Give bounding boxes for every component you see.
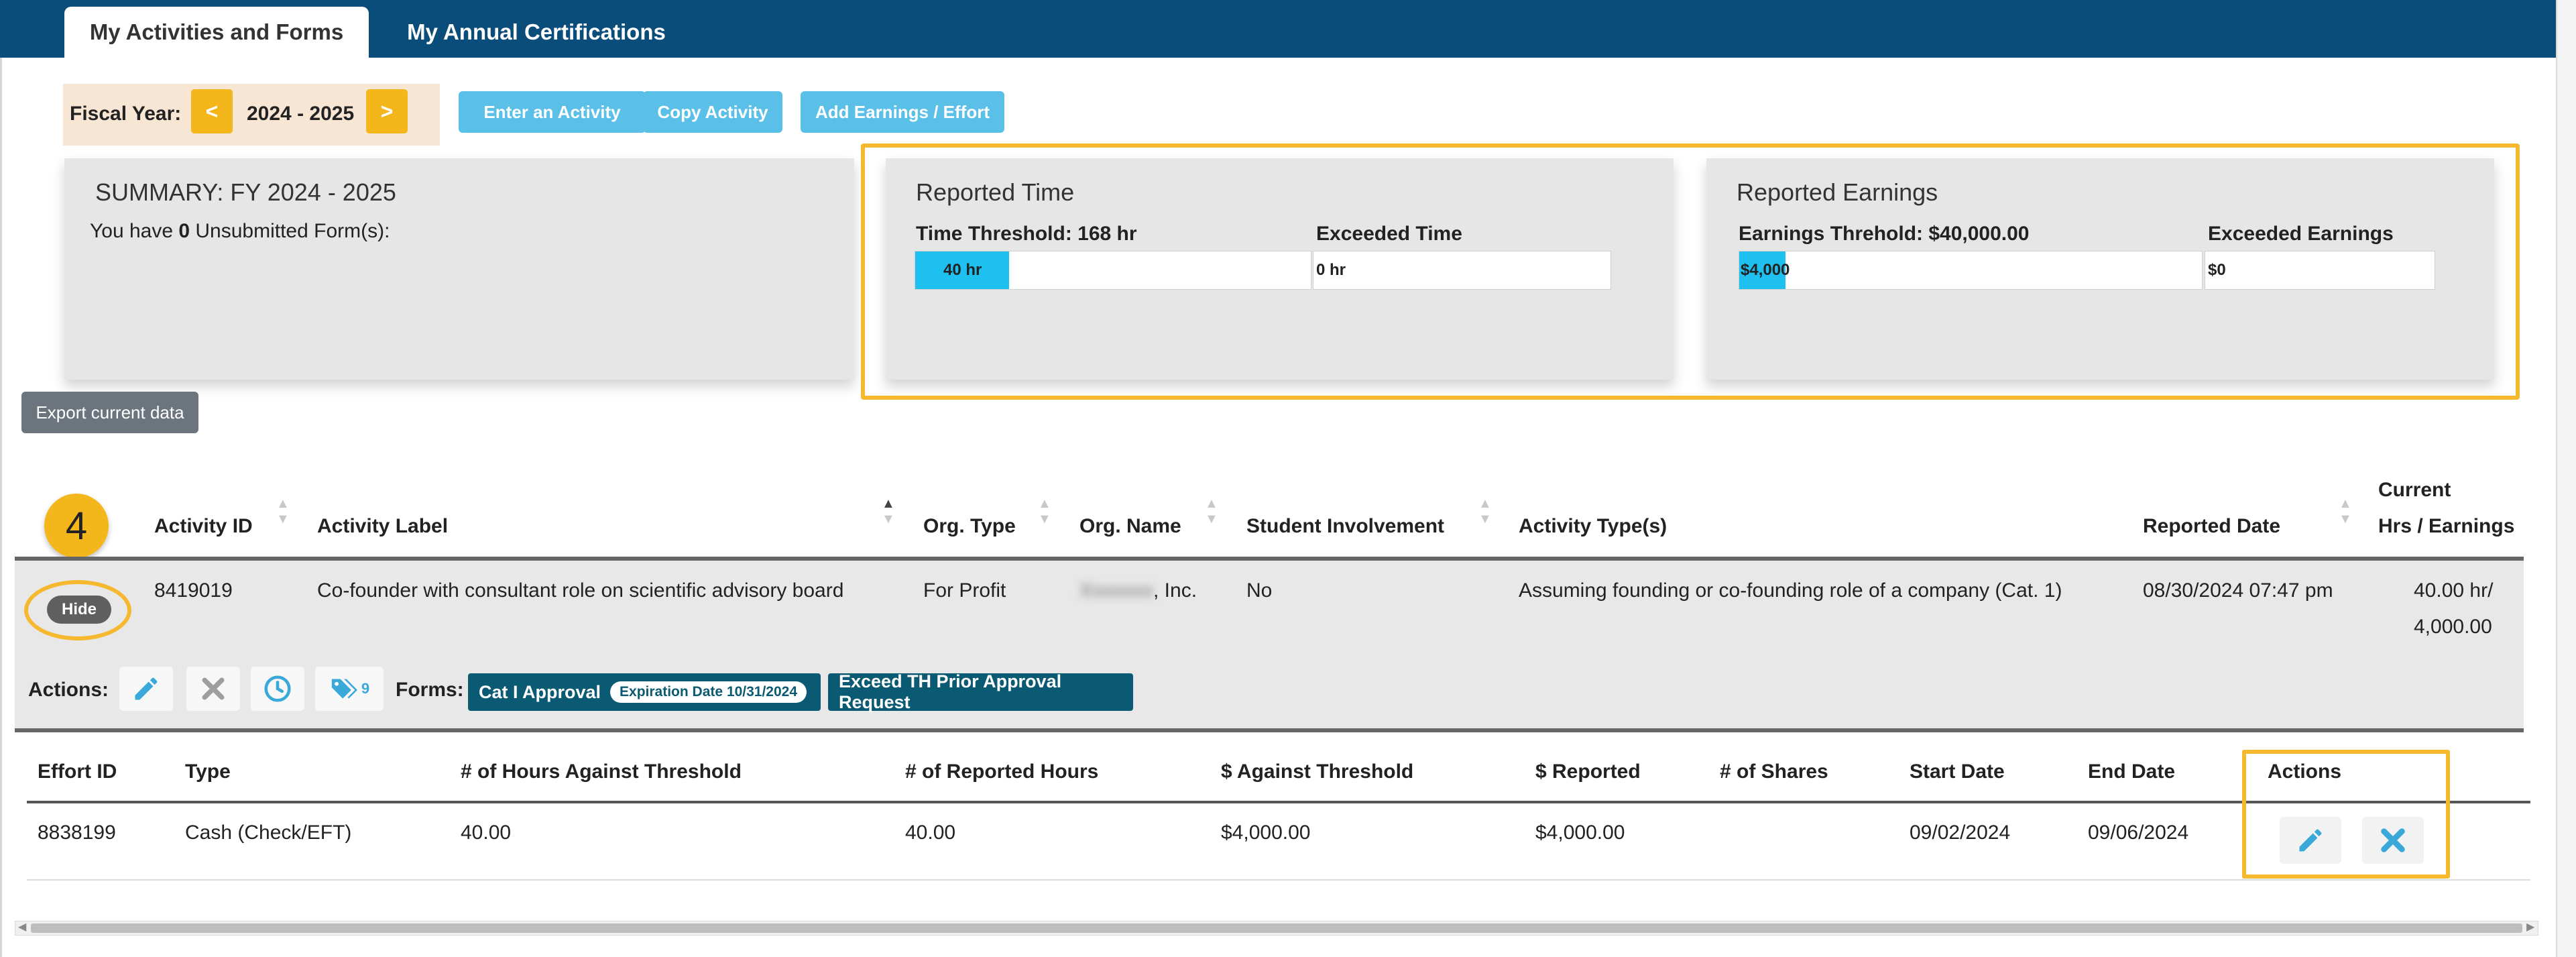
forms-label: Forms: [396, 679, 464, 701]
header-activity-types[interactable]: Activity Type(s) [1519, 515, 1667, 538]
cell-current-line1: 40.00 hr/ [2414, 579, 2494, 602]
cell-activity-label: Co-founder with consultant role on scien… [317, 579, 844, 602]
summary-text-suffix: Unsubmitted Form(s): [190, 220, 390, 242]
tags-icon [331, 679, 357, 699]
highlight-box-reported-panels [861, 144, 2520, 400]
effort-header-type: Type [185, 761, 231, 783]
highlight-box-effort-actions [2242, 750, 2450, 879]
scroll-left-arrow-icon[interactable]: ◀ [18, 920, 26, 934]
effort-header-reported-hours: # of Reported Hours [905, 761, 1099, 783]
highlight-ring-hide [24, 580, 131, 640]
top-banner [0, 0, 2558, 58]
history-button[interactable] [251, 667, 304, 711]
close-icon [202, 677, 225, 700]
cell-org-type: For Profit [923, 579, 1006, 602]
effort-cell-hours-against-threshold: 40.00 [461, 822, 512, 844]
edit-activity-button[interactable] [119, 667, 173, 711]
cell-activity-id: 8419019 [154, 579, 233, 602]
vertical-scrollbar[interactable] [2556, 0, 2576, 957]
copy-activity-button[interactable]: Copy Activity [643, 91, 782, 133]
cell-student-involvement: No [1246, 579, 1273, 602]
header-current-line1[interactable]: Current [2378, 479, 2451, 502]
sort-icon[interactable]: ▲ ▼ [2339, 496, 2352, 527]
tags-button[interactable]: 9 [315, 667, 384, 711]
tag-count: 9 [361, 680, 370, 697]
effort-header-start-date: Start Date [1910, 761, 2005, 783]
exceed-th-prior-approval-button[interactable]: Exceed TH Prior Approval Request [828, 671, 1133, 712]
add-earnings-effort-button[interactable]: Add Earnings / Effort [801, 91, 1004, 133]
effort-header-end-date: End Date [2088, 761, 2176, 783]
header-current-line2[interactable]: Hrs / Earnings [2378, 515, 2514, 538]
effort-cell-dollars-against-threshold: $4,000.00 [1221, 822, 1311, 844]
cat1-approval-label: Cat I Approval [479, 681, 601, 702]
expiration-date-badge: Expiration Date 10/31/2024 [610, 681, 807, 703]
delete-activity-button[interactable] [186, 667, 240, 711]
tab-my-activities-and-forms[interactable]: My Activities and Forms [64, 7, 369, 58]
tab-my-annual-certifications[interactable]: My Annual Certifications [392, 7, 681, 58]
actions-label: Actions: [28, 679, 109, 701]
pencil-icon [135, 677, 158, 700]
scroll-right-arrow-icon[interactable]: ▶ [2526, 920, 2534, 934]
sort-icon[interactable]: ▲ ▼ [1038, 496, 1051, 527]
summary-text-prefix: You have [90, 220, 179, 242]
cell-current-line2: 4,000.00 [2414, 616, 2492, 638]
effort-cell-type: Cash (Check/EFT) [185, 822, 352, 844]
effort-header-effort-id: Effort ID [38, 761, 117, 783]
next-year-button[interactable]: > [366, 89, 408, 133]
unsubmitted-forms-text: You have 0 Unsubmitted Form(s): [90, 220, 390, 243]
unsubmitted-count: 0 [178, 220, 190, 242]
header-activity-label[interactable]: Activity Label [317, 515, 448, 538]
header-activity-id[interactable]: Activity ID [154, 515, 253, 538]
fiscal-year-label: Fiscal Year: [70, 103, 182, 125]
effort-header-hours-against-threshold: # of Hours Against Threshold [461, 761, 742, 783]
step-marker: 4 [44, 494, 109, 558]
table-row-divider [15, 728, 2524, 732]
effort-header-dollars-against-threshold: $ Against Threshold [1221, 761, 1414, 783]
sort-icon[interactable]: ▲ ▼ [276, 496, 290, 527]
effort-cell-start-date: 09/02/2024 [1910, 822, 2011, 844]
enter-activity-button[interactable]: Enter an Activity [459, 91, 646, 133]
scrollbar-thumb[interactable] [31, 923, 2522, 933]
header-student-involvement[interactable]: Student Involvement [1246, 515, 1444, 538]
cell-reported-date: 08/30/2024 07:47 pm [2143, 579, 2333, 602]
effort-header-divider [27, 801, 2530, 803]
sort-ascending-icon[interactable]: ▲ ▼ [882, 496, 895, 527]
effort-row-divider [27, 879, 2530, 881]
sort-icon[interactable]: ▲ ▼ [1478, 496, 1492, 527]
header-org-name[interactable]: Org. Name [1079, 515, 1181, 538]
redacted-org-name: Xxxxxxx [1079, 579, 1154, 602]
effort-cell-reported-hours: 40.00 [905, 822, 956, 844]
effort-cell-end-date: 09/06/2024 [2088, 822, 2189, 844]
sort-icon[interactable]: ▲ ▼ [1205, 496, 1218, 527]
previous-year-button[interactable]: < [191, 89, 233, 133]
effort-cell-dollars-reported: $4,000.00 [1535, 822, 1625, 844]
effort-header-shares: # of Shares [1720, 761, 1828, 783]
page-frame-left [0, 58, 2, 957]
cell-activity-types: Assuming founding or co-founding role of… [1519, 579, 2062, 602]
cell-org-name: Xxxxxxx, Inc. [1079, 579, 1197, 602]
export-current-data-button[interactable]: Export current data [21, 392, 198, 433]
clock-icon [264, 675, 291, 702]
effort-header-dollars-reported: $ Reported [1535, 761, 1641, 783]
cat1-approval-form-button[interactable]: Cat I Approval Expiration Date 10/31/202… [468, 673, 821, 711]
org-name-suffix: , Inc. [1153, 579, 1197, 602]
fiscal-year-value: 2024 - 2025 [247, 103, 355, 125]
header-reported-date[interactable]: Reported Date [2143, 515, 2280, 538]
summary-title: SUMMARY: FY 2024 - 2025 [95, 178, 396, 206]
header-org-type[interactable]: Org. Type [923, 515, 1016, 538]
effort-cell-effort-id: 8838199 [38, 822, 116, 844]
